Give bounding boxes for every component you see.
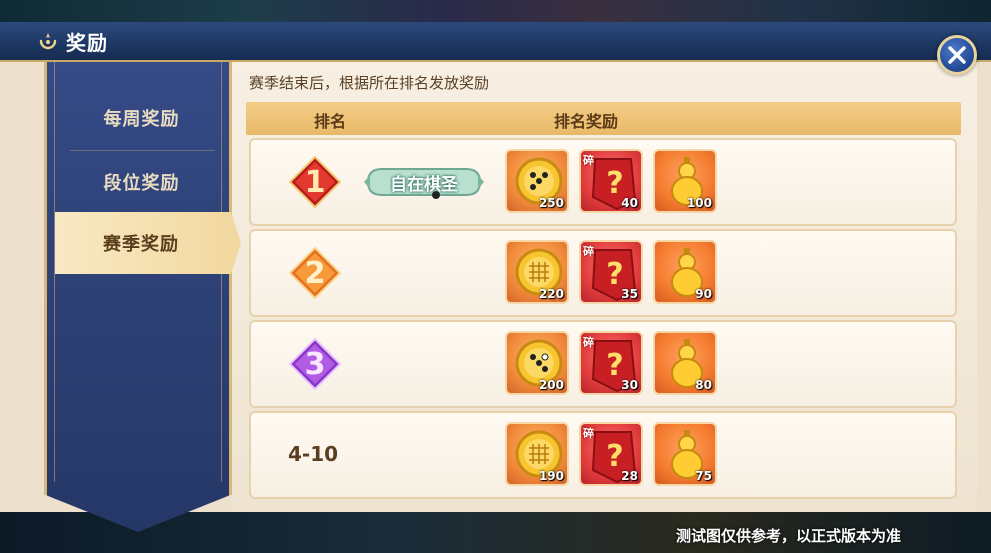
rank-range-label: 4-10 — [288, 442, 339, 466]
reward-quantity: 40 — [621, 196, 638, 210]
reward-item-fragment[interactable]: ? 碎 28 — [579, 422, 643, 486]
reward-quantity: 30 — [621, 378, 638, 392]
reward-description: 赛季结束后，根据所在排名发放奖励 — [249, 74, 490, 92]
reward-quantity: 80 — [695, 378, 712, 392]
reward-quantity: 90 — [695, 287, 712, 301]
reward-item-fragment[interactable]: ? 碎 30 — [579, 331, 643, 395]
header-bar: 奖励 — [0, 22, 991, 62]
reward-item-fragment[interactable]: ? 碎 35 — [579, 240, 643, 304]
sidebar-item-label: 每周奖励 — [103, 109, 180, 130]
reward-quantity: 250 — [538, 196, 564, 210]
sidebar-item-season[interactable]: 赛季奖励 — [55, 212, 241, 274]
reward-quantity: 75 — [695, 469, 712, 483]
title-badge-label: 自在棋圣 — [390, 175, 458, 195]
rank-number: 1 — [304, 164, 326, 200]
sidebar-item-label: 赛季奖励 — [103, 234, 179, 255]
close-button[interactable] — [937, 35, 977, 75]
reward-item-go-coin[interactable]: 250 — [505, 149, 569, 213]
reward-quantity: 220 — [538, 287, 564, 301]
column-header-rewards: 排名奖励 — [554, 112, 619, 131]
page-title: 奖励 — [66, 31, 108, 55]
reward-item-gold-gourd[interactable]: 80 — [653, 331, 717, 395]
reward-item-gold-gourd[interactable]: 90 — [653, 240, 717, 304]
close-icon — [948, 46, 966, 64]
reward-quantity: 35 — [621, 287, 638, 301]
sidebar-item-label: 段位奖励 — [103, 173, 180, 194]
reward-item-gold-gourd[interactable]: 75 — [653, 422, 717, 486]
fragment-tag: 碎 — [583, 154, 594, 167]
reward-quantity: 200 — [538, 378, 564, 392]
sidebar-item-tier[interactable]: 段位奖励 — [55, 151, 228, 213]
reward-icon — [39, 33, 57, 50]
fragment-tag: 碎 — [583, 427, 594, 440]
column-header-rank: 排名 — [314, 112, 347, 131]
fragment-tag: 碎 — [583, 245, 594, 258]
rank-number: 3 — [304, 346, 326, 382]
table-header: 排名 排名奖励 — [246, 102, 961, 135]
reward-item-go-coin[interactable]: 220 — [505, 240, 569, 304]
reward-quantity: 190 — [538, 469, 564, 483]
rank-number: 2 — [304, 255, 326, 291]
fragment-tag: 碎 — [583, 336, 594, 349]
reward-item-gold-gourd[interactable]: 100 — [653, 149, 717, 213]
reward-item-fragment[interactable]: ? 碎 40 — [579, 149, 643, 213]
reward-item-go-coin[interactable]: 200 — [505, 331, 569, 395]
reward-item-go-coin[interactable]: 190 — [505, 422, 569, 486]
sidebar-item-weekly[interactable]: 每周奖励 — [55, 87, 228, 149]
reward-quantity: 100 — [686, 196, 712, 210]
reward-quantity: 28 — [621, 469, 638, 483]
disclaimer-text: 测试图仅供参考，以正式版本为准 — [675, 527, 901, 545]
